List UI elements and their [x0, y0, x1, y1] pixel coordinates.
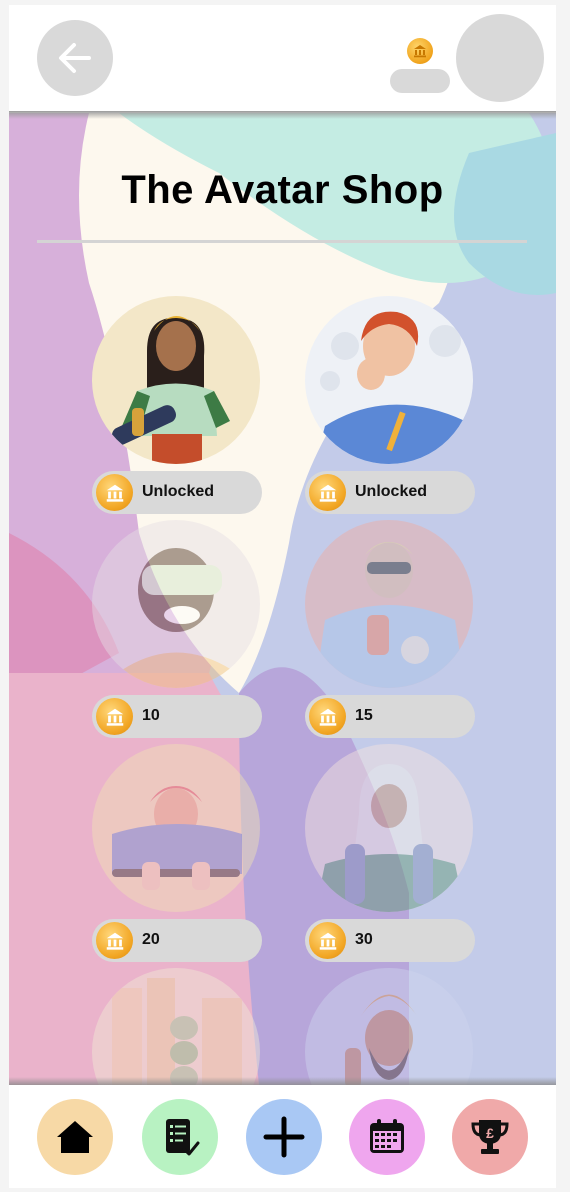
arrow-left-icon — [59, 43, 91, 73]
coin-icon — [309, 698, 346, 735]
back-button[interactable] — [37, 20, 113, 96]
home-icon — [57, 1121, 93, 1153]
nav-home-button[interactable] — [37, 1099, 113, 1175]
avatar-thinker[interactable] — [305, 296, 473, 464]
coin-icon — [96, 474, 133, 511]
coin-icon — [309, 922, 346, 959]
nav-rewards-button[interactable]: £ — [452, 1099, 528, 1175]
shop-content[interactable]: The Avatar Shop Unlocked Unlocked 10 15 … — [9, 113, 556, 1085]
nav-tasks-button[interactable] — [142, 1099, 218, 1175]
coin-icon — [407, 38, 433, 64]
avatar-vr-headset[interactable] — [92, 520, 260, 688]
price-label: 30 — [355, 931, 373, 948]
app-frame: The Avatar Shop Unlocked Unlocked 10 15 … — [9, 5, 556, 1188]
nav-add-button[interactable] — [246, 1099, 322, 1175]
avatar-sunglasses-drink[interactable] — [305, 520, 473, 688]
bottom-navigation: £ — [9, 1085, 556, 1188]
avatar-cyclist[interactable] — [92, 744, 260, 912]
coin-icon — [309, 474, 346, 511]
price-label: Unlocked — [142, 483, 215, 500]
price-label: 15 — [355, 707, 373, 724]
avatar-hijab-backpack[interactable] — [305, 744, 473, 912]
coin-icon — [96, 922, 133, 959]
price-pill[interactable]: 10 — [92, 695, 262, 738]
coin-balance-pill — [390, 69, 450, 93]
price-pill[interactable]: 20 — [92, 919, 262, 962]
svg-text:£: £ — [486, 1125, 494, 1141]
avatar-skater[interactable] — [92, 296, 260, 464]
nav-calendar-button[interactable] — [349, 1099, 425, 1175]
title-divider — [37, 240, 527, 243]
price-pill[interactable]: Unlocked — [92, 471, 262, 514]
price-label: Unlocked — [355, 483, 428, 500]
header-shadow — [9, 111, 556, 119]
calendar-icon — [370, 1119, 404, 1153]
price-label: 10 — [142, 707, 160, 724]
header — [9, 5, 556, 113]
price-label: 20 — [142, 931, 160, 948]
checklist-icon — [166, 1119, 200, 1156]
price-pill[interactable]: 15 — [305, 695, 475, 738]
coin-icon — [96, 698, 133, 735]
price-pill[interactable]: Unlocked — [305, 471, 475, 514]
trophy-pound-icon: £ — [471, 1120, 509, 1154]
page-title: The Avatar Shop — [121, 168, 444, 212]
plus-icon — [263, 1116, 305, 1158]
profile-avatar[interactable] — [456, 14, 544, 102]
price-pill[interactable]: 30 — [305, 919, 475, 962]
